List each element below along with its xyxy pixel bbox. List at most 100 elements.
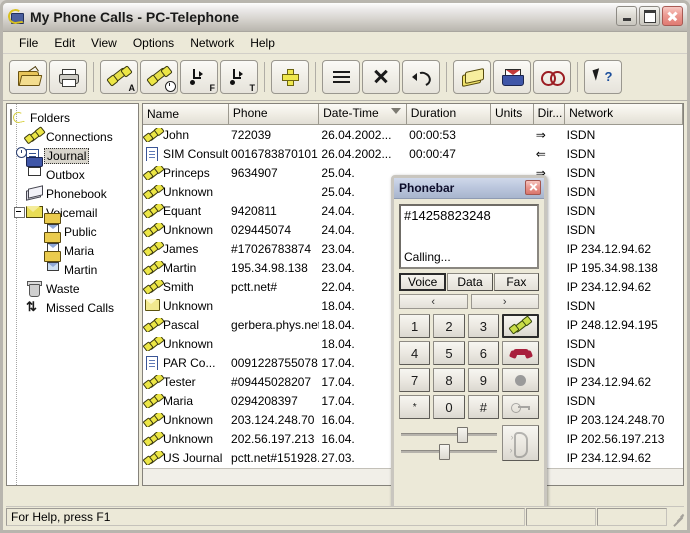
status-cell-2 [597,508,667,526]
tab-voice[interactable]: Voice [399,273,446,291]
column-header-units[interactable]: Units [491,104,534,124]
handset-icon [145,223,160,236]
table-row[interactable]: SIM Consult001678387010126.04.2002...00:… [143,144,683,163]
delete-button[interactable] [362,60,400,94]
handset-icon [145,432,160,445]
transfer-call-button[interactable]: T [220,60,258,94]
cell-phone: 202.56.197.213 [229,432,319,446]
menu-file[interactable]: File [11,34,46,52]
tab-data[interactable]: Data [447,273,492,291]
keypad-key-star[interactable]: * [399,395,430,419]
menu-view[interactable]: View [83,34,125,52]
main-area: Folders Connections Journal Outbox [3,101,687,486]
cell-duration: 00:00:47 [407,147,491,161]
open-folder-button[interactable] [9,60,47,94]
sidebar-item-missed-calls[interactable]: ⇅ Missed Calls [10,298,138,317]
column-header-date-time[interactable]: Date-Time [319,104,407,124]
tab-fax[interactable]: Fax [494,273,539,291]
keypad-action-column [502,314,539,419]
column-header-duration[interactable]: Duration [407,104,491,124]
folders-tree-pane[interactable]: Folders Connections Journal Outbox [6,103,139,486]
menu-options[interactable]: Options [125,34,182,52]
record-button[interactable] [502,368,539,392]
sidebar-item-public[interactable]: Public [10,222,138,241]
column-header-name[interactable]: Name [143,104,229,124]
printer-icon [58,69,79,86]
sidebar-item-martin[interactable]: Martin [10,260,138,279]
speaker-button[interactable]: ›› [502,425,539,461]
new-entry-button[interactable] [271,60,309,94]
keypad-key-0[interactable]: 0 [433,395,464,419]
context-help-button[interactable]: ? [584,60,622,94]
sidebar-item-maria[interactable]: Maria [10,241,138,260]
row-name-label: PAR Co... [163,356,215,370]
keypad-key-8[interactable]: 8 [433,368,464,392]
tree-collapse-toggle[interactable] [14,207,25,218]
inbox-button[interactable] [493,60,531,94]
sidebar-item-voicemail[interactable]: Voicemail [10,203,138,222]
keypad-key-6[interactable]: 6 [468,341,499,365]
undo-button[interactable] [402,60,440,94]
column-header-direction[interactable]: Dir... [534,104,565,124]
microphone-slider[interactable] [399,442,499,459]
slider-thumb[interactable] [457,427,468,443]
toolbar-separator [93,62,94,92]
cell-name: Unknown [143,185,229,199]
keypad-key-5[interactable]: 5 [433,341,464,365]
next-button[interactable]: › [471,294,540,309]
keypad-key-9[interactable]: 9 [468,368,499,392]
table-row[interactable]: John72203926.04.2002...00:00:53⇒ISDN [143,125,683,144]
call-status-text: Calling... [404,250,451,264]
menu-edit[interactable]: Edit [46,34,83,52]
hangup-button[interactable] [502,341,539,365]
cell-direction: ⇒ [534,128,565,142]
resize-grip[interactable] [669,510,684,525]
phonebar-title: Phonebar [399,181,454,195]
pickup-button[interactable] [502,314,539,338]
maximize-button[interactable] [639,6,660,26]
close-button[interactable] [662,6,683,26]
cell-network: ISDN [565,356,683,370]
sidebar-item-waste[interactable]: Waste [10,279,138,298]
slider-thumb[interactable] [439,444,450,460]
keypad-key-7[interactable]: 7 [399,368,430,392]
menu-network[interactable]: Network [182,34,242,52]
call-history-button[interactable] [140,60,178,94]
branch-forward-icon [190,69,208,85]
column-header-phone[interactable]: Phone [229,104,319,124]
sidebar-item-phonebook[interactable]: Phonebook [10,184,138,203]
minimize-button[interactable] [616,6,637,26]
print-button[interactable] [49,60,87,94]
cell-network: IP 234.12.94.62 [565,280,683,294]
prev-button[interactable]: ‹ [399,294,468,309]
sidebar-item-label: Missed Calls [46,301,114,315]
keypad-key-3[interactable]: 3 [468,314,499,338]
sidebar-item-outbox[interactable]: Outbox [10,165,138,184]
volume-slider[interactable] [399,425,499,442]
keypad-key-2[interactable]: 2 [433,314,464,338]
column-header-network[interactable]: Network [565,104,683,124]
row-name-label: Maria [163,394,193,408]
cell-duration: 00:00:53 [407,128,491,142]
tree-root-folders[interactable]: Folders [10,108,138,127]
sidebar-item-connections[interactable]: Connections [10,127,138,146]
connect-button[interactable] [533,60,571,94]
cell-phone: gerbera.phys.net [229,318,319,332]
cell-name: Pascal [143,318,229,332]
answer-call-button[interactable]: A [100,60,138,94]
tree-root-label: Folders [30,111,70,125]
menu-help[interactable]: Help [242,34,283,52]
unlock-button[interactable] [502,395,539,419]
phonebar-close-button[interactable] [525,180,541,195]
keypad-key-hash[interactable]: # [468,395,499,419]
phonebook-button[interactable] [453,60,491,94]
forward-call-button[interactable]: F [180,60,218,94]
keypad-key-4[interactable]: 4 [399,341,430,365]
phonebar-display[interactable]: #14258823248 Calling... [399,204,539,269]
phonebar-dialog[interactable]: Phonebar #14258823248 Calling... Voice D… [391,175,547,512]
cell-network: ISDN [565,147,683,161]
keypad-key-1[interactable]: 1 [399,314,430,338]
application-window: My Phone Calls - PC-Telephone File Edit … [0,0,690,533]
cell-network: IP 203.124.248.70 [565,413,683,427]
properties-button[interactable] [322,60,360,94]
